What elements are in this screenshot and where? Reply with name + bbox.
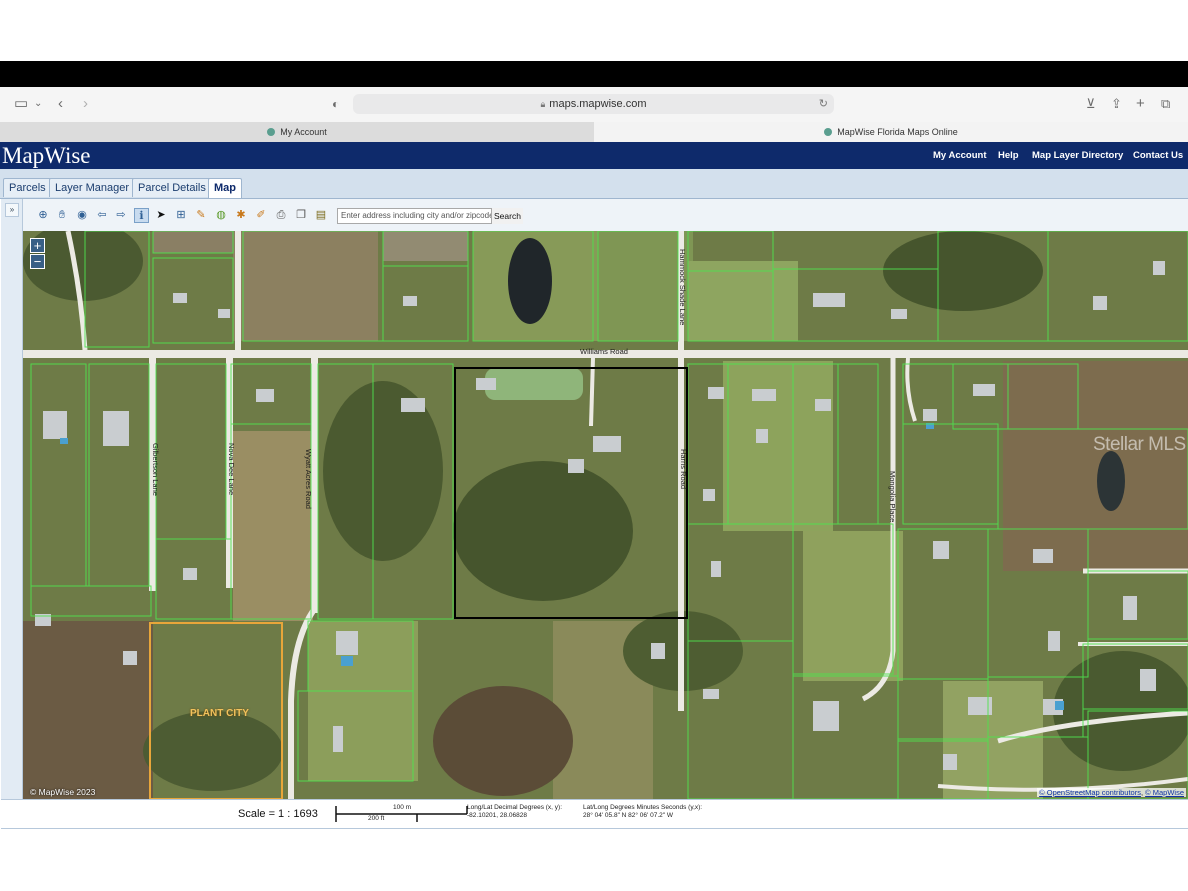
app-tab-bar: Parcels Layer Manager Parcel Details Map bbox=[0, 169, 1188, 199]
copy-icon[interactable]: ❐ bbox=[294, 208, 308, 222]
tab-parcels[interactable]: Parcels bbox=[3, 178, 52, 197]
browser-tab-my-account[interactable]: My Account bbox=[0, 122, 594, 142]
dms-coords-value: 28° 04' 05.8" N 82° 06' 07.2" W bbox=[583, 812, 673, 819]
browser-tab-mapwise[interactable]: MapWise Florida Maps Online bbox=[594, 122, 1188, 142]
tab-parcel-details[interactable]: Parcel Details bbox=[132, 178, 212, 197]
url-text: maps.mapwise.com bbox=[549, 98, 647, 110]
tab-label: MapWise Florida Maps Online bbox=[837, 127, 958, 137]
zoom-out-button[interactable]: − bbox=[30, 254, 45, 269]
osm-link[interactable]: © OpenStreetMap contributors bbox=[1039, 788, 1141, 797]
globe-icon bbox=[267, 128, 276, 136]
map-attribution: © OpenStreetMap contributors, © MapWise bbox=[1037, 788, 1186, 797]
road-label-williams: Williams Road bbox=[580, 347, 628, 356]
road-label-hammock: Hammock Shade Lane bbox=[678, 249, 687, 326]
scale-bar-meters: 100 m bbox=[393, 804, 412, 811]
status-bar: Scale = 1 : 1693 100 m 200 ft Long/Lat D… bbox=[1, 799, 1188, 829]
legend-icon[interactable]: ▤ bbox=[314, 208, 328, 222]
nav-help[interactable]: Help bbox=[998, 142, 1019, 169]
scale-bar: 100 m 200 ft bbox=[335, 804, 470, 822]
search-button[interactable]: Search bbox=[492, 208, 523, 224]
decimal-coords-label: Long/Lat Decimal Degrees (x, y): bbox=[467, 804, 563, 811]
top-black-bar bbox=[0, 61, 1188, 87]
back-arrow-icon[interactable]: ⇦ bbox=[95, 208, 109, 222]
map-toolbar: ⊕ ✋︎ ◉ ⇦ ⇨ ℹ ➤ ⊞ ✎ ◍ ✱ ✐ ⎙ ❐ ▤ Enter add… bbox=[23, 199, 1188, 232]
address-bar[interactable]: 🔒︎ maps.mapwise.com ↻ bbox=[353, 94, 834, 114]
road-label-harris: Harris Road bbox=[679, 449, 688, 490]
watermark: Stellar MLS bbox=[1093, 434, 1186, 455]
draw-icon[interactable]: ✐ bbox=[254, 208, 268, 222]
forward-arrow-icon[interactable]: ⇨ bbox=[114, 208, 128, 222]
area-label-plant-city: PLANT CITY bbox=[190, 708, 249, 719]
back-icon[interactable]: ‹ bbox=[58, 95, 63, 113]
shield-icon[interactable]: ◐ bbox=[332, 95, 339, 113]
chevron-down-icon[interactable]: ⌄ bbox=[34, 95, 42, 113]
dms-coords-label: Lat/Long Degrees Minutes Seconds (y,x): bbox=[583, 804, 703, 811]
road-label-wyatt-acres: Wyatt Acres Road bbox=[304, 449, 313, 509]
road-label-mongolia: Mongolia Place bbox=[888, 471, 897, 523]
sidebar-toggle-icon[interactable]: ▭ bbox=[14, 95, 28, 113]
layers-icon[interactable]: ✱ bbox=[234, 208, 248, 222]
app-header: MapWise My Account Help Map Layer Direct… bbox=[0, 142, 1188, 169]
browser-toolbar: ▭ ⌄ ‹ › ◐ 🔒︎ maps.mapwise.com ↻ ⊻ ⇪ + ⧉ bbox=[0, 87, 1188, 122]
zoom-in-icon[interactable]: ⊕ bbox=[36, 208, 50, 222]
zoom-box-icon[interactable]: ⊞ bbox=[174, 208, 188, 222]
buffer-icon[interactable]: ◍ bbox=[214, 208, 228, 222]
forward-icon[interactable]: › bbox=[83, 95, 88, 113]
expand-panel-icon[interactable]: » bbox=[5, 203, 19, 217]
measure-icon[interactable]: ✎ bbox=[194, 208, 208, 222]
nav-my-account[interactable]: My Account bbox=[933, 142, 986, 169]
reload-icon[interactable]: ↻ bbox=[819, 94, 828, 114]
road-label-gilbertson: Gilbertson Lane bbox=[151, 443, 160, 496]
print-icon[interactable]: ⎙ bbox=[274, 208, 288, 222]
tab-label: My Account bbox=[280, 127, 327, 137]
select-arrow-icon[interactable]: ➤ bbox=[154, 208, 168, 222]
side-panel: » bbox=[1, 199, 23, 799]
identify-icon[interactable]: ℹ bbox=[134, 208, 149, 223]
address-search-input[interactable]: Enter address including city and/or zipc… bbox=[337, 208, 492, 224]
download-icon[interactable]: ⊻ bbox=[1086, 95, 1096, 113]
tab-map[interactable]: Map bbox=[208, 178, 242, 198]
pan-hand-icon[interactable]: ✋︎ bbox=[55, 208, 69, 222]
nav-map-layer-directory[interactable]: Map Layer Directory bbox=[1032, 142, 1123, 169]
scale-bar-feet: 200 ft bbox=[368, 815, 385, 822]
road-label-nova-dee: Nova Dee Lane bbox=[227, 443, 236, 496]
tab-overview-icon[interactable]: ⧉ bbox=[1161, 95, 1170, 113]
share-icon[interactable]: ⇪ bbox=[1111, 95, 1122, 113]
browser-tab-strip: My Account MapWise Florida Maps Online bbox=[0, 122, 1188, 143]
mapwise-logo: MapWise bbox=[2, 143, 91, 168]
tab-layer-manager[interactable]: Layer Manager bbox=[49, 178, 135, 197]
zoom-in-button[interactable]: + bbox=[30, 238, 45, 253]
decimal-coords-value: -82.10201, 28.06828 bbox=[467, 812, 527, 819]
map-copyright: © MapWise 2023 bbox=[30, 787, 96, 797]
map-view[interactable]: + − Williams Road Hammock Shade Lane Gil… bbox=[23, 231, 1188, 799]
new-tab-icon[interactable]: + bbox=[1136, 95, 1145, 113]
center-icon[interactable]: ◉ bbox=[75, 208, 89, 222]
lock-icon: 🔒︎ bbox=[540, 99, 546, 109]
globe-icon bbox=[824, 128, 833, 136]
nav-contact-us[interactable]: Contact Us bbox=[1133, 142, 1183, 169]
scale-text: Scale = 1 : 1693 bbox=[238, 808, 318, 820]
mapwise-link[interactable]: © MapWise bbox=[1145, 788, 1184, 797]
